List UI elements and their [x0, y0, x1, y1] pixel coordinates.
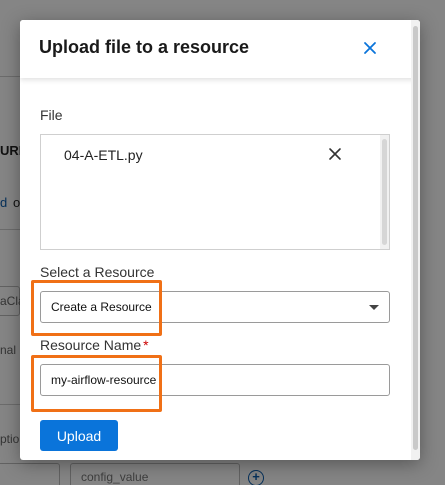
- resource-name-input[interactable]: [40, 364, 390, 396]
- remove-file-button[interactable]: [328, 147, 342, 161]
- resource-select-value: Create a Resource: [51, 300, 152, 314]
- file-label: File: [40, 107, 63, 123]
- resource-select[interactable]: Create a Resource: [40, 291, 390, 323]
- dialog-title: Upload file to a resource: [39, 37, 250, 57]
- chevron-down-icon: [369, 305, 379, 310]
- dialog-header: Upload file to a resource: [20, 20, 420, 78]
- close-button[interactable]: [361, 39, 379, 57]
- file-name: 04-A-ETL.py: [64, 147, 143, 163]
- upload-dialog: Upload file to a resource File 04-A-ETL.…: [20, 20, 420, 460]
- select-resource-label: Select a Resource: [40, 264, 155, 280]
- resource-name-label: Resource Name *: [40, 337, 149, 353]
- file-list: 04-A-ETL.py: [40, 134, 390, 250]
- close-icon: [364, 42, 376, 54]
- resource-name-label-text: Resource Name: [40, 337, 142, 353]
- dialog-scrollbar-thumb[interactable]: [413, 26, 418, 450]
- close-icon: [329, 148, 341, 160]
- upload-button[interactable]: Upload: [40, 420, 118, 451]
- file-list-scrollbar[interactable]: [380, 135, 389, 249]
- required-marker: *: [143, 337, 149, 353]
